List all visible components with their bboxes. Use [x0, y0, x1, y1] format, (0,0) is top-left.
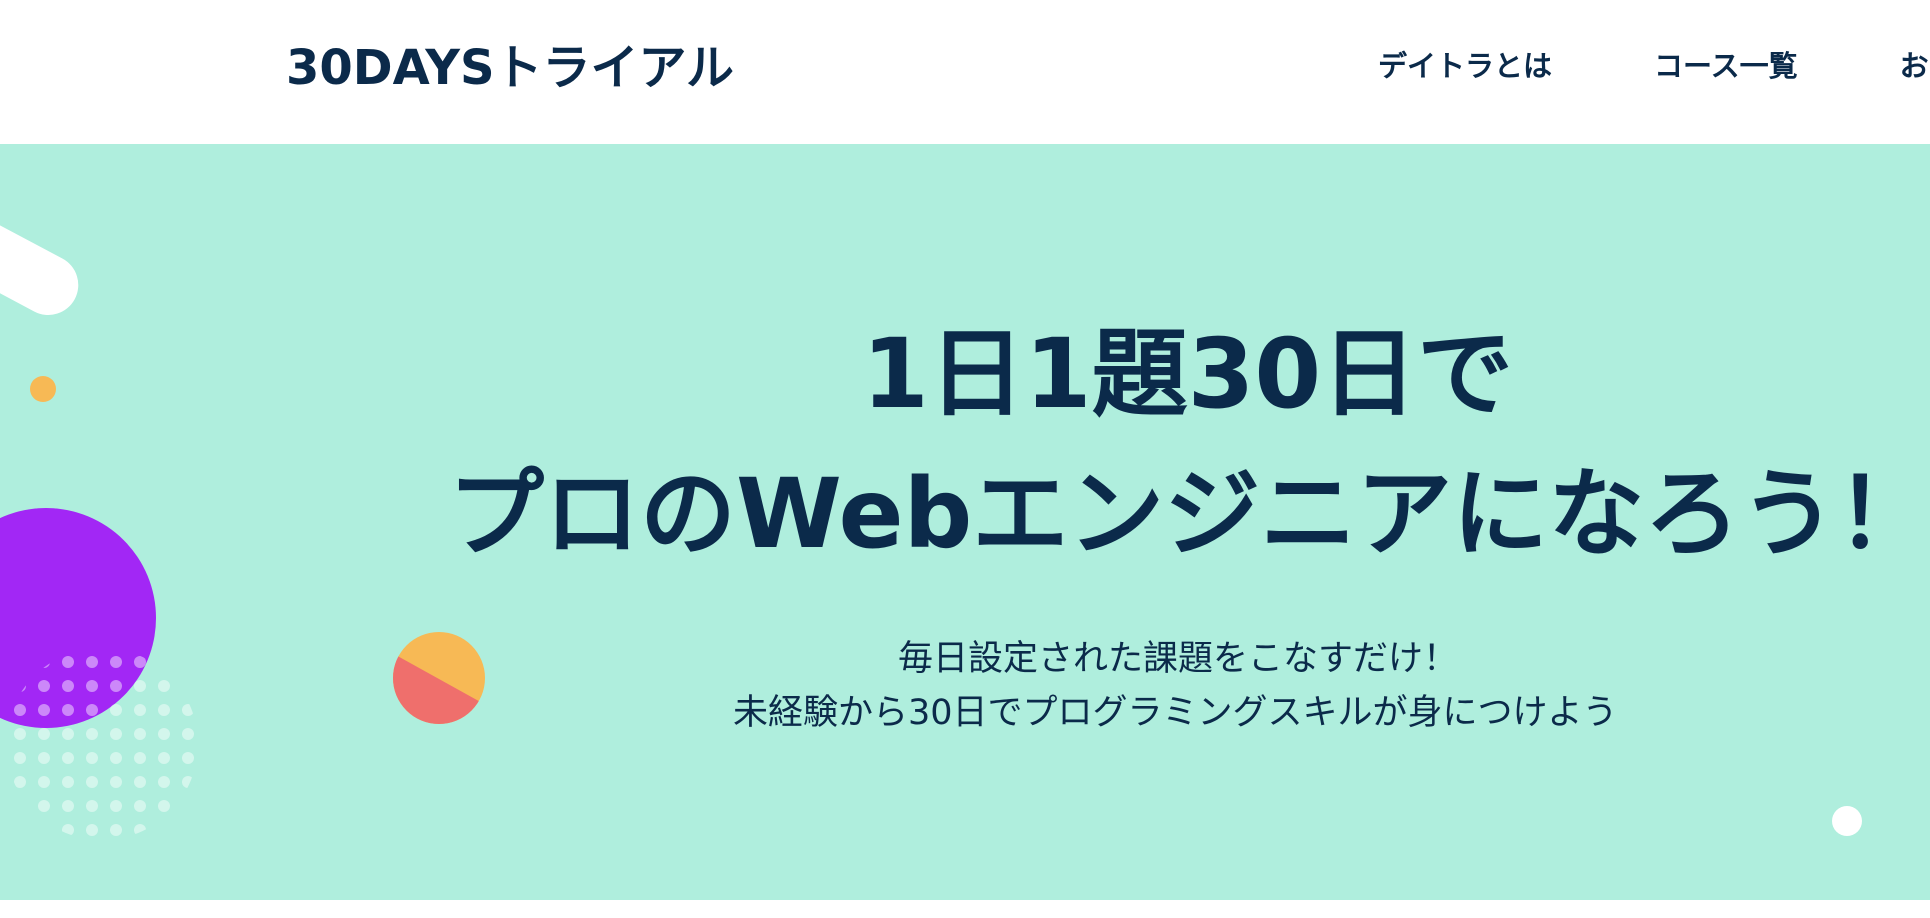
- pattern-dot: [110, 728, 122, 740]
- yellow-dot: [30, 376, 56, 402]
- pattern-dot: [110, 656, 122, 668]
- pattern-dot: [134, 704, 146, 716]
- pattern-dot: [86, 680, 98, 692]
- nav-link-courses[interactable]: コース一覧: [1654, 48, 1798, 84]
- pattern-dot: [38, 704, 50, 716]
- pattern-dot: [14, 800, 26, 812]
- white-pill-shape: [0, 190, 89, 326]
- pattern-dot: [62, 704, 74, 716]
- pattern-dot: [182, 752, 194, 764]
- subtext-line-2: 未経験から30日でプログラミングスキルが身につけよう: [733, 693, 1618, 733]
- pattern-dot: [62, 680, 74, 692]
- pattern-dot: [86, 704, 98, 716]
- headline-line-1: 1日1題30日で: [862, 318, 1514, 430]
- pattern-dot: [158, 776, 170, 788]
- pattern-dot: [38, 824, 50, 836]
- pattern-dot: [182, 776, 194, 788]
- pattern-dot: [158, 800, 170, 812]
- pattern-dot: [134, 752, 146, 764]
- pattern-dot: [110, 800, 122, 812]
- white-dot: [1832, 806, 1862, 836]
- pattern-dot: [110, 752, 122, 764]
- pattern-dot: [158, 752, 170, 764]
- pattern-dot: [38, 680, 50, 692]
- pattern-dot: [158, 680, 170, 692]
- pattern-dot: [158, 824, 170, 836]
- site-header: 30DAYSトライアル デイトラとは コース一覧 お: [0, 0, 1930, 144]
- pattern-dot: [38, 656, 50, 668]
- pattern-dot: [134, 824, 146, 836]
- pattern-dot: [86, 752, 98, 764]
- pattern-dot: [38, 728, 50, 740]
- pattern-dot: [62, 656, 74, 668]
- pattern-dot: [134, 776, 146, 788]
- pattern-dot: [110, 824, 122, 836]
- pattern-dot: [86, 728, 98, 740]
- pattern-dot: [62, 728, 74, 740]
- pattern-dot: [86, 824, 98, 836]
- pattern-dot: [62, 824, 74, 836]
- pattern-dot: [182, 824, 194, 836]
- main-nav: デイトラとは コース一覧 お: [1378, 48, 1930, 84]
- pattern-dot: [62, 800, 74, 812]
- pattern-dot: [110, 776, 122, 788]
- pattern-dot: [86, 776, 98, 788]
- subtext-line-1: 毎日設定された課題をこなすだけ！: [898, 639, 1459, 679]
- pattern-dot: [182, 656, 194, 668]
- pattern-dot: [134, 656, 146, 668]
- pattern-dot: [134, 680, 146, 692]
- pattern-dot: [14, 752, 26, 764]
- pattern-dot: [14, 776, 26, 788]
- pattern-dot: [14, 656, 26, 668]
- pattern-dot: [134, 728, 146, 740]
- pattern-dot: [62, 752, 74, 764]
- pattern-dot: [38, 800, 50, 812]
- dots-pattern: [14, 656, 194, 836]
- brand-logo[interactable]: 30DAYSトライアル: [286, 38, 734, 98]
- pattern-dot: [182, 728, 194, 740]
- pattern-dot: [158, 728, 170, 740]
- pattern-dot: [86, 656, 98, 668]
- pattern-dot: [38, 752, 50, 764]
- pattern-dot: [182, 704, 194, 716]
- pattern-dot: [182, 680, 194, 692]
- split-circle: [393, 632, 485, 724]
- pattern-dot: [158, 656, 170, 668]
- headline-line-2: プロのWebエンジニアになろう！: [448, 458, 1930, 570]
- nav-link-partial[interactable]: お: [1900, 48, 1929, 84]
- pattern-dot: [182, 800, 194, 812]
- pattern-dot: [14, 824, 26, 836]
- pattern-dot: [134, 800, 146, 812]
- pattern-dot: [86, 800, 98, 812]
- nav-link-about[interactable]: デイトラとは: [1378, 48, 1552, 84]
- pattern-dot: [62, 776, 74, 788]
- pattern-dot: [158, 704, 170, 716]
- pattern-dot: [14, 704, 26, 716]
- pattern-dot: [14, 680, 26, 692]
- pattern-dot: [110, 704, 122, 716]
- pattern-dot: [110, 680, 122, 692]
- pattern-dot: [14, 728, 26, 740]
- pattern-dot: [38, 776, 50, 788]
